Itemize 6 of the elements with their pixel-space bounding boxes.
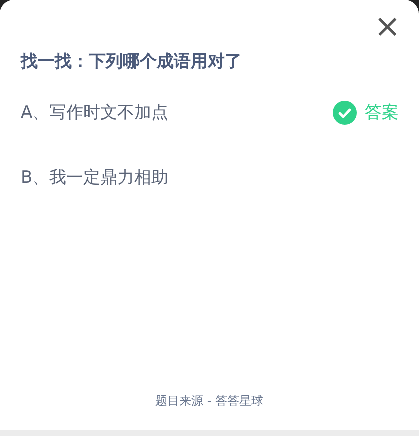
close-button[interactable]: × <box>374 10 401 42</box>
question-title: 找一找：下列哪个成语用对了 <box>21 52 242 72</box>
answer-option[interactable]: A、写作时文不加点 <box>21 100 169 126</box>
answer-label: 答案 <box>365 102 399 124</box>
source-text: 题目来源 - 答答星球 <box>156 394 264 408</box>
answer-option[interactable]: B、我一定鼎力相助 <box>21 166 169 191</box>
